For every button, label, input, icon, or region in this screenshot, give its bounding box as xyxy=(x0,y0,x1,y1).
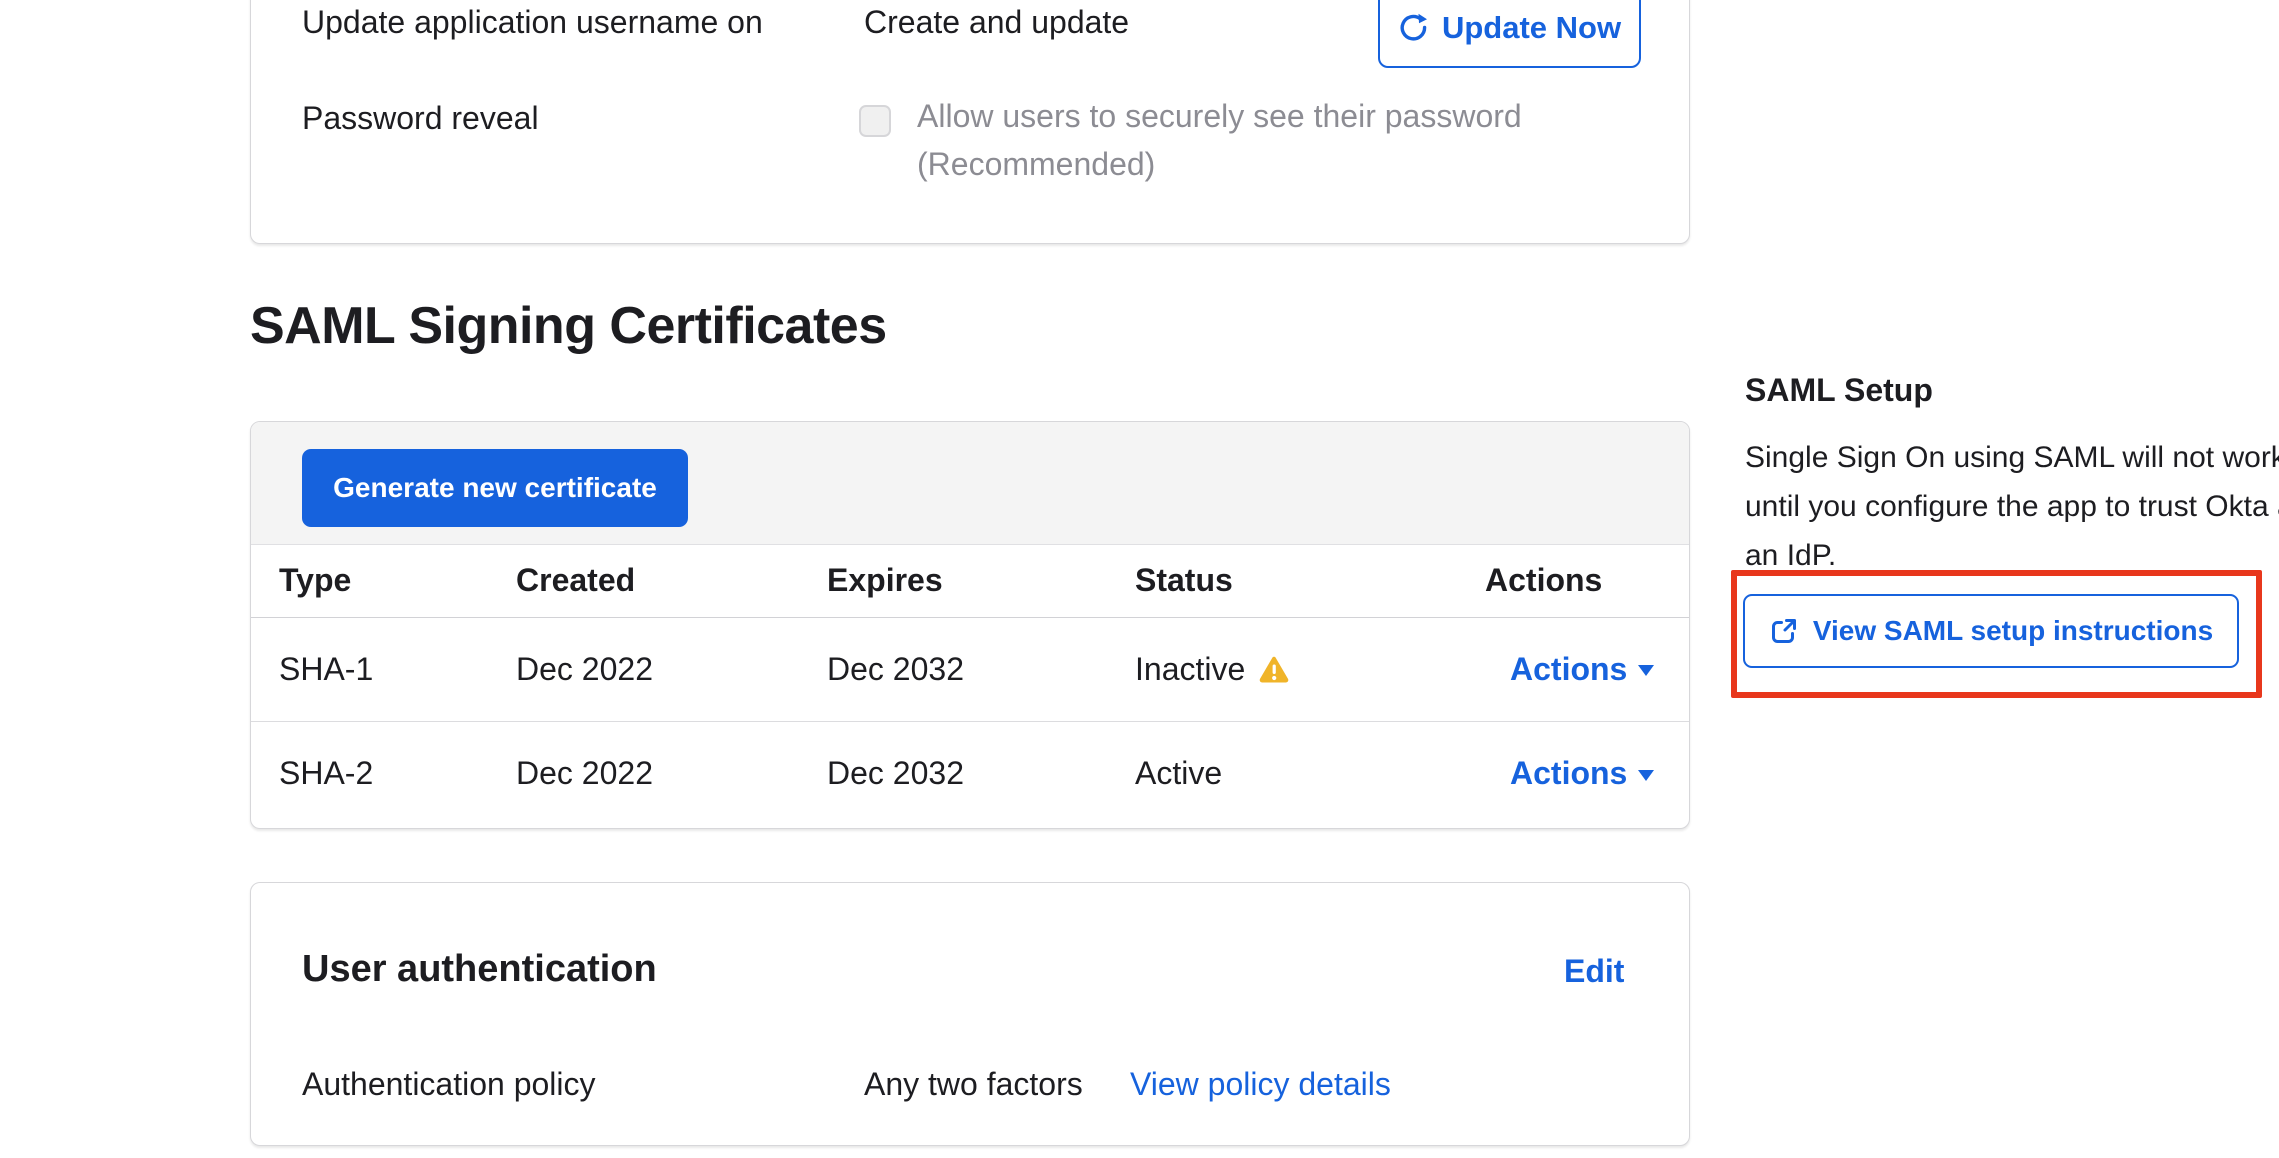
col-status: Status xyxy=(1135,544,1233,617)
external-link-icon xyxy=(1769,616,1799,646)
refresh-icon xyxy=(1398,13,1428,43)
cell-type: SHA-1 xyxy=(279,617,373,721)
user-auth-heading: User authentication xyxy=(302,947,657,991)
cert-table-row: SHA-2 Dec 2022 Dec 2032 Active Actions xyxy=(251,721,1689,826)
view-saml-instructions-button[interactable]: View SAML setup instructions xyxy=(1743,594,2239,668)
saml-certificates-heading: SAML Signing Certificates xyxy=(250,296,887,356)
username-update-value: Create and update xyxy=(864,3,1129,41)
cell-status: Inactive xyxy=(1135,617,1290,721)
view-policy-details-link[interactable]: View policy details xyxy=(1130,1065,1391,1103)
col-type: Type xyxy=(279,544,351,617)
password-reveal-checkbox[interactable] xyxy=(859,105,891,137)
saml-setup-description: Single Sign On using SAML will not work … xyxy=(1745,433,2279,580)
warning-icon xyxy=(1258,655,1290,684)
auth-policy-label: Authentication policy xyxy=(302,1065,596,1103)
update-now-button[interactable]: Update Now xyxy=(1378,0,1641,68)
cert-table-header: Type Created Expires Status Actions xyxy=(251,544,1689,618)
password-reveal-label: Password reveal xyxy=(302,99,539,137)
actions-dropdown[interactable]: Actions xyxy=(1510,617,1654,721)
actions-label: Actions xyxy=(1510,755,1627,792)
user-authentication-card: User authentication Edit Authentication … xyxy=(250,882,1690,1146)
actions-label: Actions xyxy=(1510,651,1627,688)
cell-created: Dec 2022 xyxy=(516,721,653,826)
generate-certificate-button[interactable]: Generate new certificate xyxy=(302,449,688,527)
password-reveal-note: (Recommended) xyxy=(917,145,1155,183)
edit-link[interactable]: Edit xyxy=(1564,953,1624,990)
username-update-label: Update application username on xyxy=(302,3,763,41)
certificates-card: Generate new certificate Type Created Ex… xyxy=(250,421,1690,829)
certificates-toolbar: Generate new certificate xyxy=(251,422,1689,545)
cell-expires: Dec 2032 xyxy=(827,721,964,826)
update-now-label: Update Now xyxy=(1442,10,1621,46)
cell-status: Active xyxy=(1135,721,1222,826)
col-expires: Expires xyxy=(827,544,943,617)
auth-policy-value: Any two factors xyxy=(864,1065,1083,1103)
cell-expires: Dec 2032 xyxy=(827,617,964,721)
chevron-down-icon xyxy=(1638,665,1654,676)
chevron-down-icon xyxy=(1638,770,1654,781)
col-created: Created xyxy=(516,544,635,617)
status-text: Active xyxy=(1135,755,1222,792)
provisioning-settings-card: Update application username on Create an… xyxy=(250,0,1690,244)
actions-dropdown[interactable]: Actions xyxy=(1510,721,1654,826)
col-actions: Actions xyxy=(1485,544,1602,617)
password-reveal-help: Allow users to securely see their passwo… xyxy=(917,97,1522,135)
view-saml-instructions-label: View SAML setup instructions xyxy=(1813,615,2213,647)
cell-created: Dec 2022 xyxy=(516,617,653,721)
okta-app-settings-page: Update application username on Create an… xyxy=(0,0,2279,1158)
cert-table-row: SHA-1 Dec 2022 Dec 2032 Inactive Actions xyxy=(251,617,1689,722)
saml-setup-heading: SAML Setup xyxy=(1745,370,1933,410)
status-text: Inactive xyxy=(1135,651,1245,688)
cell-type: SHA-2 xyxy=(279,721,373,826)
